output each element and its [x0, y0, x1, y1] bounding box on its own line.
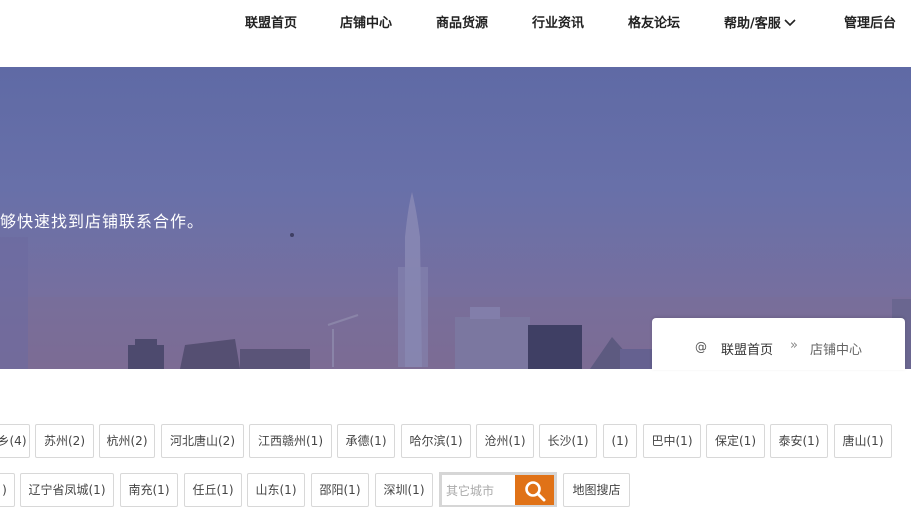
city-tag[interactable]: 保定(1)	[706, 424, 765, 458]
city-tag[interactable]: 山东(1)	[247, 473, 305, 507]
top-nav: 联盟首页 店铺中心 商品货源 行业资讯 格友论坛 帮助/客服 管理后台	[0, 0, 911, 67]
city-tag[interactable]: 南充(1)	[120, 473, 178, 507]
banner-text: 够快速找到店铺联系合作。	[0, 212, 205, 231]
nav-forum[interactable]: 格友论坛	[628, 14, 680, 34]
city-tag[interactable]: 江西赣州(1)	[249, 424, 332, 458]
city-tag[interactable]: 深圳(1)	[375, 473, 433, 507]
city-tag[interactable]: (1)	[603, 424, 637, 458]
chevron-down-icon	[784, 14, 796, 34]
nav-help-label: 帮助/客服	[724, 16, 781, 32]
city-tag[interactable]: 河北唐山(2)	[161, 424, 244, 458]
breadcrumb-separator: »	[790, 338, 798, 353]
city-tag[interactable]: 承德(1)	[337, 424, 395, 458]
breadcrumb-current: 店铺中心	[810, 343, 863, 358]
city-tag[interactable]: 唐山(1)	[834, 424, 892, 458]
nav-industry-news[interactable]: 行业资讯	[532, 14, 584, 34]
city-tag[interactable]: 巴中(1)	[643, 424, 701, 458]
nav-shop-center[interactable]: 店铺中心	[340, 14, 392, 34]
city-tag[interactable]: 杭州(2)	[99, 424, 155, 458]
nav-help[interactable]: 帮助/客服	[724, 14, 796, 34]
city-tag[interactable]: 任丘(1)	[184, 473, 242, 507]
city-tag[interactable]: )	[0, 473, 15, 507]
breadcrumb-home[interactable]: 联盟首页	[721, 339, 773, 358]
city-tag[interactable]: 哈尔滨(1)	[401, 424, 471, 458]
at-icon: @	[695, 340, 707, 354]
city-tag[interactable]: 泰安(1)	[770, 424, 828, 458]
city-search	[439, 472, 557, 507]
city-search-input[interactable]	[446, 479, 516, 503]
city-tag[interactable]: 邵阳(1)	[311, 473, 369, 507]
city-tag[interactable]: 乡(4)	[0, 424, 30, 458]
search-icon	[525, 481, 546, 502]
map-search-button[interactable]: 地图搜店	[563, 473, 630, 507]
breadcrumb: @ 联盟首页 » 店铺中心	[652, 318, 905, 370]
nav-home[interactable]: 联盟首页	[245, 14, 297, 34]
city-tag[interactable]: 沧州(1)	[476, 424, 534, 458]
city-tag[interactable]: 苏州(2)	[35, 424, 94, 458]
city-tag[interactable]: 长沙(1)	[539, 424, 597, 458]
nav-goods-source[interactable]: 商品货源	[436, 14, 488, 34]
city-tag[interactable]: 辽宁省凤城(1)	[20, 473, 114, 507]
search-button[interactable]	[515, 475, 554, 505]
nav-admin[interactable]: 管理后台	[844, 14, 896, 34]
